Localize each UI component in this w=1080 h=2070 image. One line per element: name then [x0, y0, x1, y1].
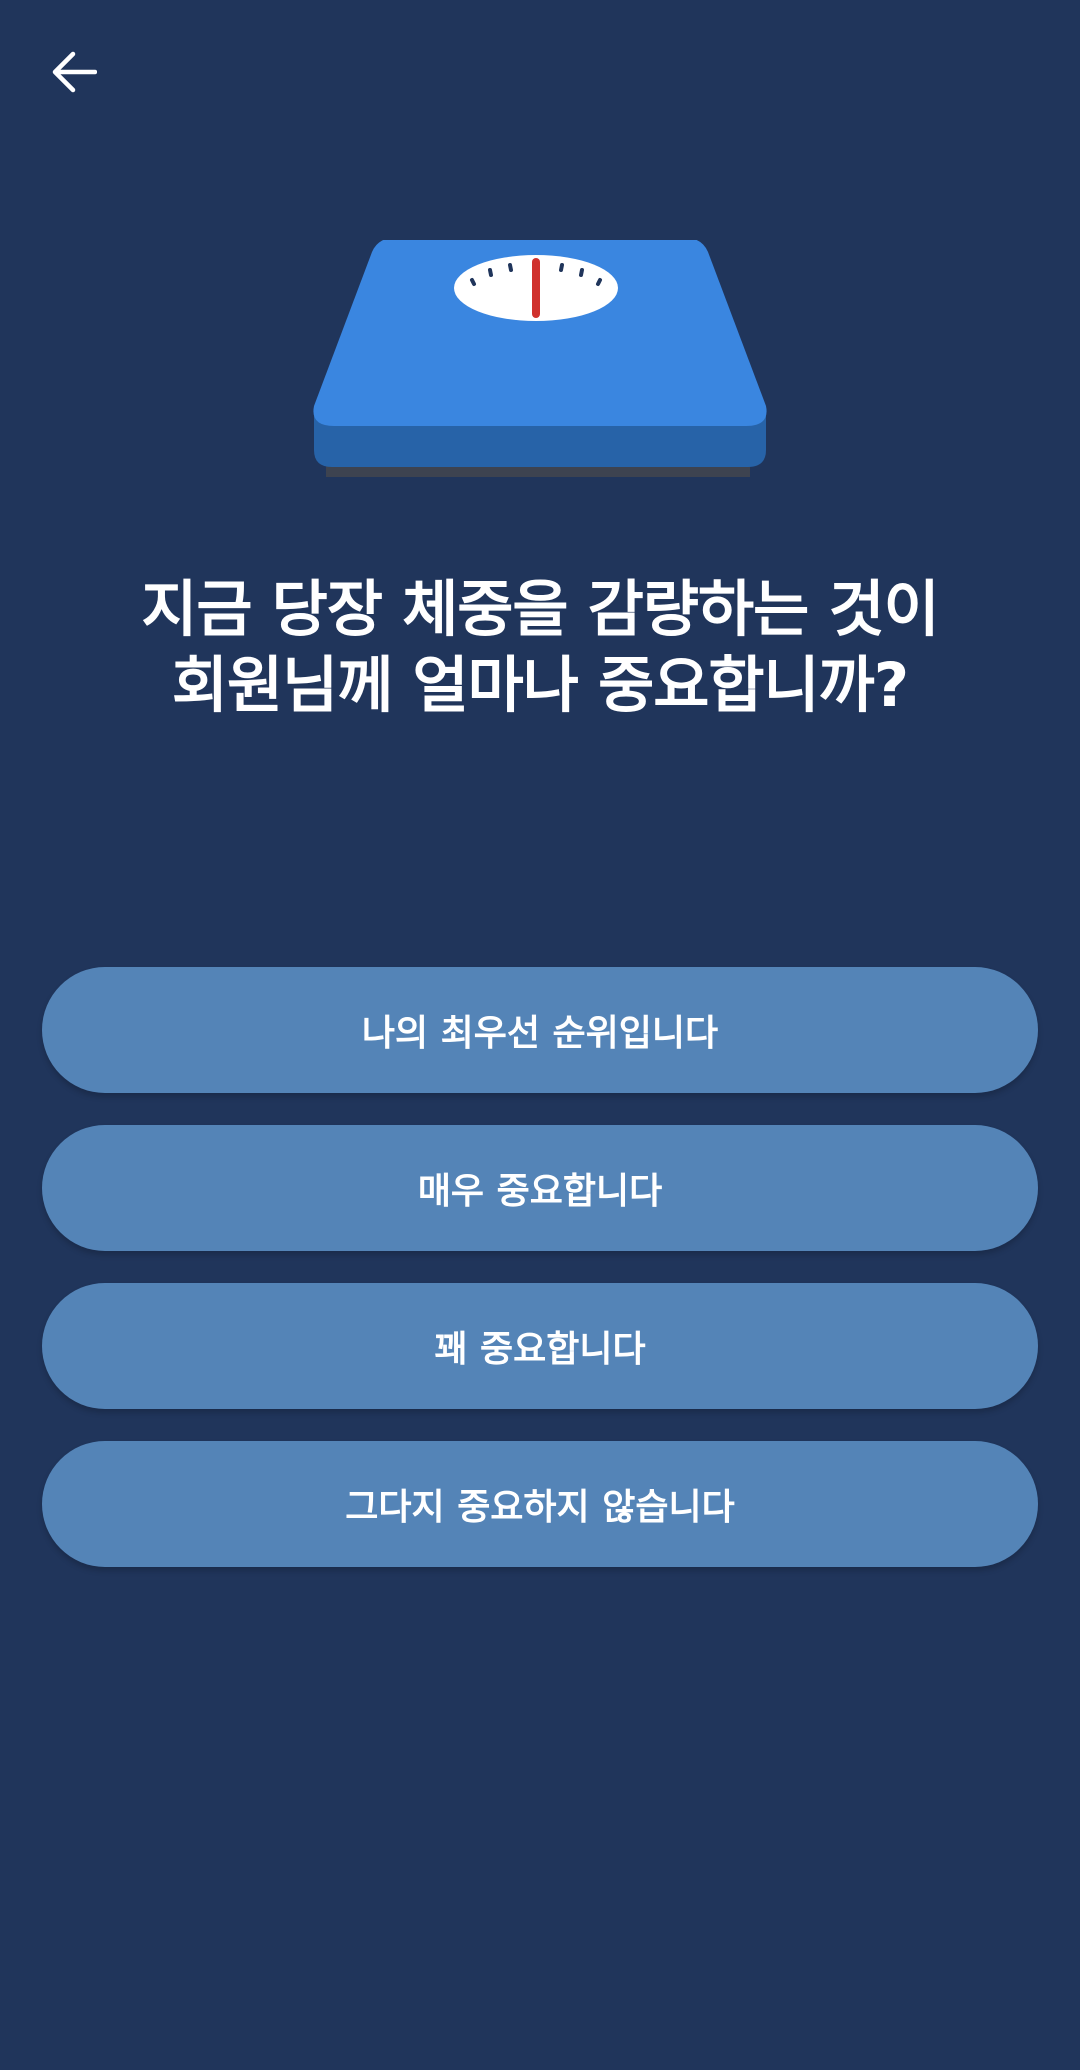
option-very-important-button[interactable]: 매우 중요합니다 — [42, 1125, 1038, 1251]
scale-illustration — [310, 238, 770, 490]
answer-options: 나의 최우선 순위입니다 매우 중요합니다 꽤 중요합니다 그다지 중요하지 않… — [42, 967, 1038, 1567]
option-not-important-button[interactable]: 그다지 중요하지 않습니다 — [42, 1441, 1038, 1567]
option-label: 매우 중요합니다 — [417, 1171, 663, 1212]
back-button[interactable] — [38, 38, 110, 110]
option-top-priority-button[interactable]: 나의 최우선 순위입니다 — [42, 967, 1038, 1093]
option-label: 꽤 중요합니다 — [434, 1329, 646, 1370]
question-line-2: 회원님께 얼마나 중요합니까? — [171, 650, 909, 721]
option-label: 나의 최우선 순위입니다 — [361, 1013, 719, 1054]
option-label: 그다지 중요하지 않습니다 — [345, 1487, 735, 1528]
question-title: 지금 당장 체중을 감량하는 것이 회원님께 얼마나 중요합니까? — [60, 572, 1020, 724]
arrow-left-icon — [51, 51, 98, 97]
question-line-1: 지금 당장 체중을 감량하는 것이 — [141, 574, 940, 645]
bathroom-scale-icon — [313, 238, 767, 477]
option-fairly-important-button[interactable]: 꽤 중요합니다 — [42, 1283, 1038, 1409]
